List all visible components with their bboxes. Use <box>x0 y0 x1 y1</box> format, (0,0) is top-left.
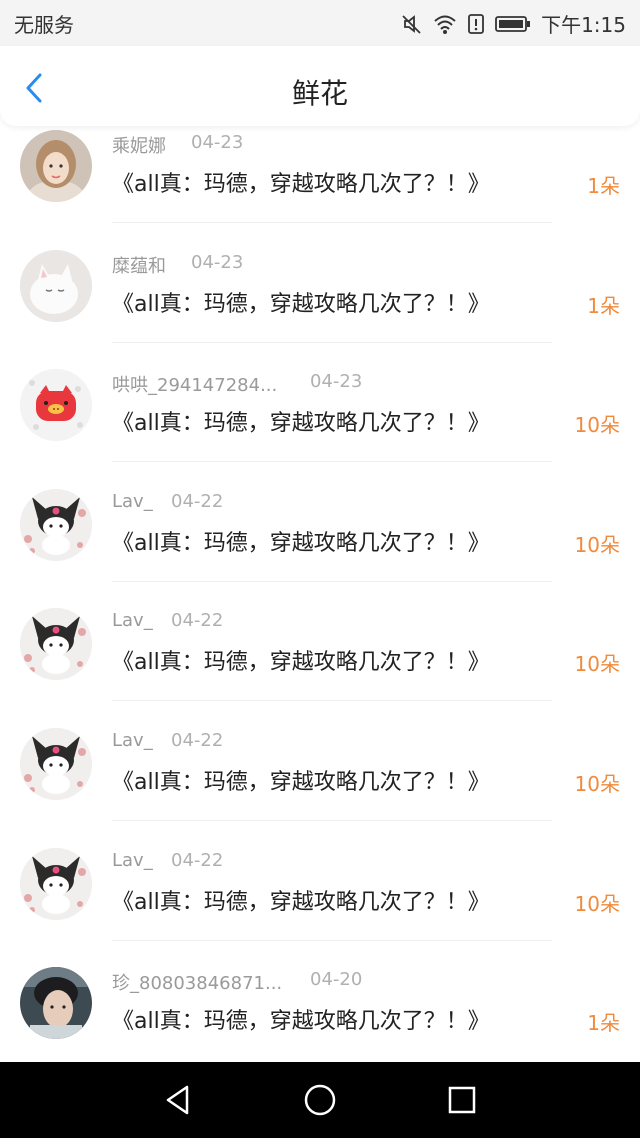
list-item[interactable]: 哄哄_294147284... 04-23 《all真：玛德，穿越攻略几次了？！》 1… <box>0 359 640 479</box>
wifi-icon <box>433 13 457 35</box>
user-name: Lav_ <box>112 610 153 632</box>
gift-date: 04-22 <box>171 610 224 632</box>
clock-label: 下午1:15 <box>541 13 626 37</box>
user-name: 糜蕴和 <box>112 255 166 277</box>
carrier-label: 无服务 <box>14 13 74 37</box>
avatar[interactable] <box>20 130 92 202</box>
divider <box>112 461 552 463</box>
system-nav-bar <box>0 1062 640 1138</box>
book-title: 《all真：玛德，穿越攻略几次了？！》 <box>112 650 490 676</box>
divider <box>112 341 552 343</box>
home-circle-icon <box>304 1084 336 1116</box>
avatar[interactable] <box>20 249 92 322</box>
avatar[interactable] <box>20 967 92 1040</box>
nav-back-button[interactable] <box>160 1082 196 1118</box>
battery-icon <box>495 14 531 34</box>
alert-icon <box>467 13 485 35</box>
nav-home-button[interactable] <box>302 1082 338 1118</box>
gift-date: 04-23 <box>191 132 244 153</box>
back-triangle-icon <box>166 1085 189 1115</box>
divider <box>112 222 552 223</box>
gift-date: 04-22 <box>171 730 224 751</box>
flower-count: 1朵 <box>587 293 620 318</box>
avatar[interactable] <box>20 728 92 800</box>
flower-count: 10朵 <box>574 532 620 557</box>
list-item[interactable]: Lav_ 04-22 《all真：玛德，穿越攻略几次了？！》 10朵 <box>0 718 640 838</box>
list-item[interactable]: 乘妮娜 04-23 《all真：玛德，穿越攻略几次了？！》 1朵 <box>0 120 640 240</box>
flower-count: 1朵 <box>587 174 620 198</box>
list-item[interactable]: 糜蕴和 04-23 《all真：玛德，穿越攻略几次了？！》 1朵 <box>0 240 640 360</box>
user-name: Lav_ <box>112 849 153 871</box>
book-title: 《all真：玛德，穿越攻略几次了？！》 <box>112 172 490 197</box>
avatar[interactable] <box>20 608 92 681</box>
user-name: 珍_80803846871... <box>112 973 283 995</box>
recents-square-icon <box>448 1086 476 1114</box>
user-name: 哄哄_294147284... <box>112 375 278 397</box>
header: 鲜花 <box>0 46 640 126</box>
list-item[interactable]: 珍_80803846871... 04-20 《all真：玛德，穿越攻略几次了？！》… <box>0 957 640 1062</box>
divider <box>112 939 552 941</box>
flower-count: 10朵 <box>574 891 620 916</box>
divider <box>112 700 552 702</box>
book-title: 《all真：玛德，穿越攻略几次了？！》 <box>112 889 490 915</box>
status-bar: 无服务 下午1:15 <box>0 0 640 46</box>
book-title: 《all真：玛德，穿越攻略几次了？！》 <box>112 291 490 317</box>
list-item[interactable]: Lav_ 04-22 《all真：玛德，穿越攻略几次了？！》 10朵 <box>0 838 640 958</box>
avatar[interactable] <box>20 369 92 442</box>
gift-date: 04-20 <box>310 969 363 991</box>
avatar[interactable] <box>20 488 92 561</box>
nav-recents-button[interactable] <box>444 1082 480 1118</box>
screen: 无服务 下午1:15 鲜花 乘妮娜 04-23 《all真：玛德，穿越攻略几次了… <box>0 0 640 1138</box>
flower-count: 10朵 <box>574 772 620 796</box>
flower-count: 10朵 <box>574 413 620 438</box>
status-icons: 下午1:15 <box>401 9 626 38</box>
book-title: 《all真：玛德，穿越攻略几次了？！》 <box>112 411 490 437</box>
user-name: Lav_ <box>112 490 153 512</box>
gift-date: 04-22 <box>171 490 224 512</box>
list-item[interactable]: Lav_ 04-22 《all真：玛德，穿越攻略几次了？！》 10朵 <box>0 479 640 599</box>
divider <box>112 820 552 821</box>
flower-count: 10朵 <box>574 652 620 677</box>
book-title: 《all真：玛德，穿越攻略几次了？！》 <box>112 530 490 556</box>
page-title: 鲜花 <box>291 77 348 110</box>
book-title: 《all真：玛德，穿越攻略几次了？！》 <box>112 1009 490 1035</box>
user-name: Lav_ <box>112 730 153 751</box>
mute-icon <box>401 13 423 35</box>
gift-date: 04-22 <box>171 849 224 871</box>
user-name: 乘妮娜 <box>112 136 166 157</box>
book-title: 《all真：玛德，穿越攻略几次了？！》 <box>112 770 490 795</box>
avatar[interactable] <box>20 847 92 920</box>
divider <box>112 580 552 582</box>
flower-count: 1朵 <box>587 1011 620 1036</box>
gift-date: 04-23 <box>191 251 244 273</box>
flower-list: 乘妮娜 04-23 《all真：玛德，穿越攻略几次了？！》 1朵 糜蕴和 04-23 《al… <box>0 120 640 1062</box>
list-item[interactable]: Lav_ 04-22 《all真：玛德，穿越攻略几次了？！》 10朵 <box>0 598 640 718</box>
gift-date: 04-23 <box>310 371 363 393</box>
